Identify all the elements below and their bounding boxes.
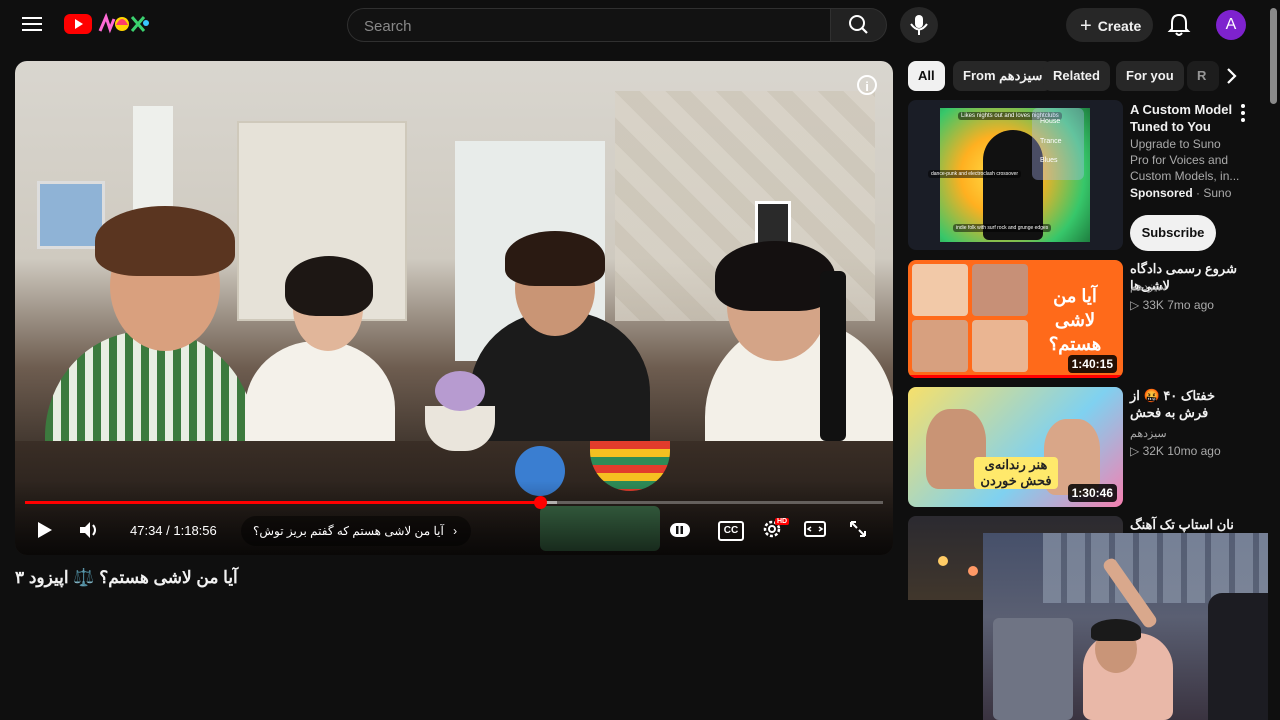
page-scrollbar-thumb[interactable] <box>1270 8 1277 104</box>
video-thumbnail[interactable]: هنر رندانه‌ی فحش خوردن 1:30:46 <box>908 387 1123 507</box>
webcam-overlay <box>983 533 1280 720</box>
scene-flowers <box>435 371 485 411</box>
time-display: 47:34 / 1:18:56 <box>130 523 217 538</box>
progress-scrubber-handle[interactable] <box>534 496 547 509</box>
search-box <box>347 8 830 43</box>
thumb-caption: هنر رندانه‌ی فحش خوردن <box>974 457 1058 489</box>
watched-progress <box>908 375 1123 378</box>
webcam-bed <box>993 618 1073 720</box>
search-input[interactable] <box>362 9 806 43</box>
scene-hair-3 <box>505 231 605 286</box>
sponsored-label: Sponsored <box>1130 186 1193 200</box>
thumb-lights <box>938 556 948 566</box>
plus-icon: + <box>1080 15 1092 37</box>
theater-mode-icon[interactable] <box>804 521 826 537</box>
chip-related[interactable]: Related <box>1043 61 1110 91</box>
below-video-area <box>0 598 980 720</box>
search-button[interactable] <box>830 8 887 42</box>
video-title-text: آیا من لاشی هستم؟ ⚖️ اپیزود ۳ <box>15 568 238 587</box>
captions-icon[interactable]: CC <box>718 521 744 541</box>
info-icon[interactable]: i <box>857 75 877 95</box>
channel-name[interactable]: سیزدهم <box>1130 280 1167 293</box>
chapter-title-button[interactable]: آیا من لاشی هستم که گفتم بریز توش؟ › <box>241 516 472 546</box>
ad-tag: dance-punk and electroclash crossover <box>928 170 1021 178</box>
scene-hair-2 <box>285 256 373 316</box>
ad-description: Upgrade to Suno Pro for Voices and Custo… <box>1130 137 1240 183</box>
fullscreen-icon[interactable] <box>849 520 867 538</box>
notifications-bell-icon[interactable] <box>1164 10 1194 40</box>
create-button[interactable]: + Create <box>1066 8 1153 42</box>
filter-chips-bar: All From سیزدهم Related For you R <box>908 61 1248 91</box>
chevron-right-icon: › <box>453 524 458 538</box>
subscribe-button[interactable]: Subscribe <box>1130 215 1216 251</box>
sponsor-name: · Suno <box>1196 186 1232 200</box>
video-duration: 1:30:46 <box>1067 484 1117 502</box>
ad-tag: Trance <box>1040 138 1062 145</box>
microphone-icon <box>910 15 928 35</box>
ad-tag: Blues <box>1040 157 1058 164</box>
page-scrollbar[interactable] <box>1268 0 1280 720</box>
video-meta: ▷ 32K 10mo ago <box>1130 444 1221 458</box>
volume-icon[interactable] <box>77 519 101 541</box>
ad-title[interactable]: A Custom Model Tuned to You <box>1130 101 1245 135</box>
recommendation-card[interactable]: هنر رندانه‌ی فحش خوردن 1:30:46 خفتاک ۴۰ … <box>908 387 1258 509</box>
webcam-headphones <box>1091 619 1141 641</box>
create-label: Create <box>1097 18 1142 34</box>
hd-badge: HD <box>775 518 790 525</box>
more-options-icon[interactable] <box>1240 104 1246 122</box>
scene-hair-4 <box>715 241 835 311</box>
ad-tag: indie folk with surf rock and grunge edg… <box>953 224 1052 232</box>
account-avatar[interactable]: A <box>1216 10 1246 40</box>
thumb-face <box>972 264 1028 316</box>
chip-for-you[interactable]: For you <box>1116 61 1184 91</box>
chip-from-channel[interactable]: From سیزدهم <box>953 61 1053 91</box>
video-meta: ▷ 33K 7mo ago <box>1130 298 1214 312</box>
video-title: آیا من لاشی هستم؟ ⚖️ اپیزود ۳ <box>15 568 895 588</box>
video-duration: 1:40:15 <box>1067 355 1117 373</box>
scene-hair-1 <box>95 206 235 276</box>
video-title[interactable]: خفتاک ۴۰ 🤬 از فرش به فحش <box>1130 387 1245 421</box>
chapter-title: آیا من لاشی هستم که گفتم بریز توش؟ <box>253 524 444 538</box>
doodle-logo-icon[interactable] <box>96 11 150 37</box>
search-icon <box>849 15 868 34</box>
chevron-right-icon[interactable] <box>1218 61 1246 91</box>
ad-card[interactable]: Likes nights out and loves nightclubs Ho… <box>908 100 1258 252</box>
ad-sponsor-line: Sponsored · Suno <box>1130 186 1231 200</box>
play-icon[interactable] <box>33 519 55 541</box>
youtube-logo-icon[interactable] <box>64 14 92 34</box>
thumb-face <box>912 264 968 316</box>
thumb-caption: آیا من لاشی هستم؟ <box>1048 286 1102 354</box>
menu-icon[interactable] <box>20 13 44 37</box>
thumb-face <box>972 320 1028 372</box>
chip-all[interactable]: All <box>908 61 945 91</box>
channel-name[interactable]: سیزدهم <box>1130 427 1167 440</box>
chip-truncated[interactable]: R <box>1187 61 1219 91</box>
video-player[interactable]: i 47:34 / 1:18:56 آیا من لاشی هستم که گف… <box>15 61 893 555</box>
progress-played <box>25 501 540 504</box>
scene-camera-rig <box>820 271 846 441</box>
thumb-face <box>912 320 968 372</box>
autoplay-toggle-icon[interactable] <box>669 521 691 539</box>
ad-tag: House <box>1040 118 1061 125</box>
video-thumbnail[interactable]: آیا من لاشی هستم؟ 1:40:15 <box>908 260 1123 378</box>
ad-thumbnail[interactable]: Likes nights out and loves nightclubs Ho… <box>908 100 1123 250</box>
voice-search-button[interactable] <box>900 7 938 43</box>
recommendation-card[interactable]: آیا من لاشی هستم؟ 1:40:15 شروع رسمی دادگ… <box>908 260 1258 380</box>
settings-button[interactable]: HD <box>761 518 790 542</box>
